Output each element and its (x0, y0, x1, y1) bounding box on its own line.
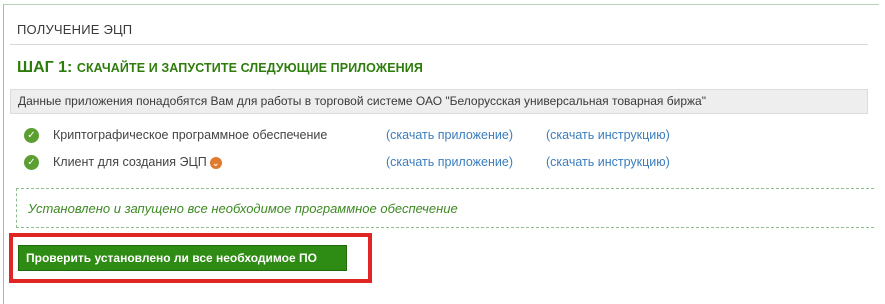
check-circle-icon: ✓ (24, 155, 39, 170)
info-bar: Данные приложения понадобятся Вам для ра… (10, 89, 868, 114)
app-name: Клиент для создания ЭЦП (53, 155, 207, 169)
step-title: СКАЧАЙТЕ И ЗАПУСТИТЕ СЛЕДУЮЩИЕ ПРИЛОЖЕНИ… (76, 61, 423, 75)
download-guide-link[interactable]: (скачать инструкцию) (546, 155, 670, 169)
check-installed-button[interactable]: Проверить установлено ли все необходимое… (18, 245, 347, 271)
status-message: Установлено и запущено все необходимое п… (16, 188, 874, 228)
download-app-link[interactable]: (скачать приложение) (386, 128, 513, 142)
step-heading: ШАГ 1: СКАЧАЙТЕ И ЗАПУСТИТЕ СЛЕДУЮЩИЕ ПР… (17, 59, 423, 77)
download-app-link[interactable]: (скачать приложение) (386, 155, 513, 169)
app-name: Криптографическое программное обеспечени… (53, 128, 328, 142)
divider (10, 44, 868, 45)
info-circle-icon[interactable]: ⌄ (209, 157, 222, 169)
section-title: ПОЛУЧЕНИЕ ЭЦП (17, 22, 133, 37)
check-circle-icon: ✓ (24, 128, 39, 143)
app-name-with-icon: Клиент для создания ЭЦП ⌄ (53, 155, 222, 169)
download-guide-link[interactable]: (скачать инструкцию) (546, 128, 670, 142)
step-number: ШАГ 1: (17, 59, 73, 76)
